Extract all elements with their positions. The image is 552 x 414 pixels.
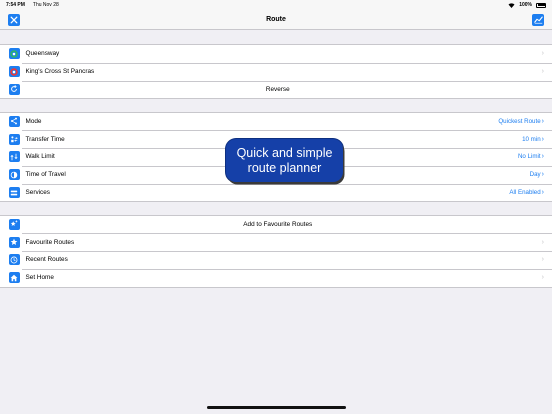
share-nodes-icon [8, 115, 20, 127]
status-date: Thu Nov 28 [32, 2, 59, 8]
mode-value: Quickest Route › [498, 117, 544, 125]
chevron-right-icon: › [541, 238, 544, 246]
star-icon [8, 236, 20, 248]
station-to-label: King's Cross St Pancras [25, 68, 95, 76]
home-indicator[interactable] [207, 406, 346, 409]
add-favourite-row[interactable]: Add to Favourite Routes [0, 216, 552, 234]
chevron-right-icon: › [541, 68, 544, 76]
station-icon [8, 48, 20, 60]
station-from-label: Queensway [25, 50, 60, 58]
recent-routes-label: Recent Routes [25, 256, 68, 264]
close-icon [10, 16, 18, 24]
services-value-text: All Enabled [509, 189, 541, 197]
page-title: Route [266, 16, 286, 23]
walk-limit-value: No Limit › [517, 153, 544, 161]
navigation-bar: Route [0, 10, 552, 30]
services-label: Services [25, 189, 51, 197]
home-icon [8, 272, 20, 284]
promo-line-2: route planner [247, 160, 322, 175]
services-value: All Enabled › [509, 189, 544, 197]
day-night-icon [8, 169, 20, 181]
chart-button[interactable] [532, 14, 544, 26]
mode-label: Mode [25, 117, 42, 125]
favourite-routes-label: Favourite Routes [25, 238, 75, 246]
promo-banner: Quick and simple route planner [226, 139, 343, 182]
battery-percent: 100% [519, 2, 532, 8]
set-home-label: Set Home [25, 274, 54, 282]
recent-routes-row[interactable]: Recent Routes › [0, 251, 552, 269]
option-row-services[interactable]: Services All Enabled › [0, 183, 552, 202]
transfer-time-value: 10 min › [522, 135, 544, 143]
reverse-icon [8, 83, 20, 95]
reverse-row[interactable]: Reverse [0, 80, 552, 99]
status-bar: 7:54 PM Thu Nov 28 100% [0, 0, 552, 10]
star-plus-icon [8, 218, 20, 230]
chevron-right-icon: › [541, 274, 544, 282]
stations-group: Queensway › King's Cross St Pancras › Re… [0, 44, 552, 100]
reverse-label: Reverse [265, 85, 290, 93]
chevron-right-icon: › [541, 50, 544, 58]
battery-icon [536, 2, 546, 8]
clock-icon [8, 254, 20, 266]
promo-line-1: Quick and simple [236, 146, 333, 160]
set-home-row[interactable]: Set Home › [0, 268, 552, 287]
station-icon [8, 66, 20, 78]
favourites-group: Add to Favourite Routes Favourite Routes… [0, 214, 552, 288]
option-row-mode[interactable]: Mode Quickest Route › [0, 113, 552, 131]
trend-chart-icon [533, 16, 543, 24]
transfer-icon [8, 133, 20, 145]
walk-icon [8, 151, 20, 163]
mode-value-text: Quickest Route [498, 117, 541, 125]
add-favourite-label: Add to Favourite Routes [243, 220, 313, 228]
time-of-travel-value-text: Day [529, 171, 541, 179]
walk-limit-value-text: No Limit [517, 153, 541, 161]
transfer-time-value-text: 10 min [522, 135, 541, 143]
station-row-from[interactable]: Queensway › [0, 45, 552, 63]
favourite-routes-row[interactable]: Favourite Routes › [0, 233, 552, 251]
chevron-right-icon: › [541, 256, 544, 264]
wifi-icon [508, 2, 515, 8]
close-button[interactable] [8, 14, 20, 26]
time-of-travel-value: Day › [529, 171, 544, 179]
status-time: 7:54 PM [6, 2, 25, 8]
station-row-to[interactable]: King's Cross St Pancras › [0, 62, 552, 81]
services-icon [8, 187, 20, 199]
